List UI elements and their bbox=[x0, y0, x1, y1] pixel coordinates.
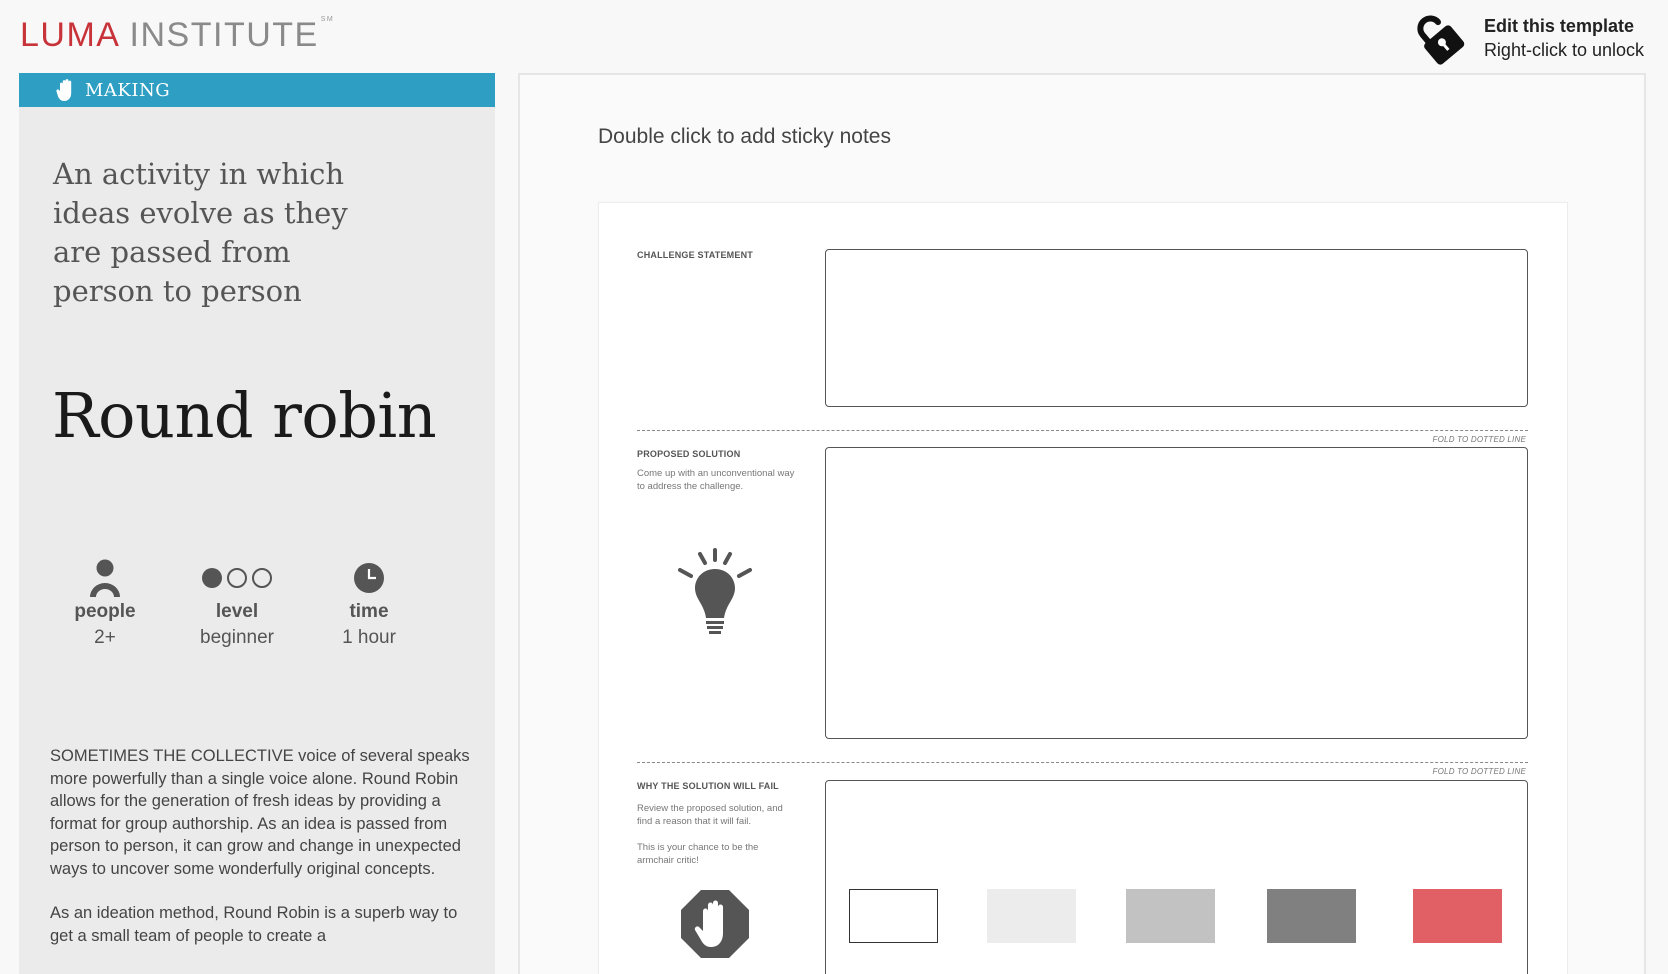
unlock-template-control[interactable]: Edit this template Right-click to unlock bbox=[1412, 10, 1644, 66]
time-value: 1 hour bbox=[342, 627, 396, 648]
stop-hand-icon bbox=[681, 890, 749, 958]
proposed-solution-box[interactable] bbox=[825, 447, 1528, 739]
method-description: SOMETIMES THE COLLECTIVE voice of severa… bbox=[50, 745, 470, 969]
method-stats: people 2+ level beginner time 1 hour bbox=[39, 555, 435, 649]
fail-text: This is your chance to be the armchair c… bbox=[637, 842, 759, 866]
method-title: Round robin bbox=[52, 379, 437, 452]
logo-service-mark: SM bbox=[320, 16, 335, 23]
description-paragraph: SOMETIMES THE COLLECTIVE voice of severa… bbox=[50, 747, 470, 878]
method-sidebar: MAKING An activity in which ideas evolve… bbox=[19, 73, 495, 974]
level-value: beginner bbox=[200, 627, 274, 648]
challenge-title: CHALLENGE STATEMENT bbox=[637, 250, 753, 260]
lock-icon bbox=[1417, 15, 1465, 65]
swatch-light-gray[interactable] bbox=[987, 889, 1076, 943]
lightbulb-icon bbox=[678, 548, 752, 634]
stat-level: level beginner bbox=[171, 555, 303, 649]
swatch-dark-gray[interactable] bbox=[1267, 889, 1356, 943]
method-tagline: An activity in which ideas evolve as the… bbox=[53, 157, 348, 308]
category-banner: MAKING bbox=[19, 73, 495, 107]
worksheet: CHALLENGE STATEMENT FOLD TO DOTTED LINE … bbox=[598, 202, 1568, 974]
category-label: MAKING bbox=[85, 79, 171, 101]
proposed-text: Come up with an unconventional way to ad… bbox=[637, 468, 795, 492]
fail-title: WHY THE SOLUTION WILL FAIL bbox=[637, 781, 779, 791]
swatch-red[interactable] bbox=[1413, 889, 1502, 943]
person-icon bbox=[90, 559, 120, 597]
unlock-subtitle: Right-click to unlock bbox=[1483, 40, 1644, 60]
fold-line bbox=[637, 430, 1528, 431]
people-value: 2+ bbox=[94, 627, 116, 648]
fold-label: FOLD TO DOTTED LINE bbox=[1432, 435, 1526, 444]
challenge-box[interactable] bbox=[825, 249, 1528, 407]
luma-logo: LUMA INSTITUTE SM bbox=[20, 16, 334, 55]
proposed-title: PROPOSED SOLUTION bbox=[637, 449, 741, 459]
swatch-gray[interactable] bbox=[1126, 889, 1215, 943]
logo-institute: INSTITUTE bbox=[129, 16, 319, 54]
sticky-note-hint: Double click to add sticky notes bbox=[598, 125, 891, 148]
people-label: people bbox=[74, 601, 136, 622]
description-paragraph: As an ideation method, Round Robin is a … bbox=[50, 904, 458, 945]
template-canvas[interactable]: Double click to add sticky notes CHALLEN… bbox=[518, 73, 1646, 974]
logo-luma: LUMA bbox=[20, 16, 119, 54]
clock-icon bbox=[354, 563, 384, 593]
stat-people: people 2+ bbox=[39, 555, 171, 649]
time-label: time bbox=[349, 601, 389, 622]
level-label: level bbox=[215, 601, 259, 622]
fail-text: Review the proposed solution, and find a… bbox=[637, 803, 783, 827]
swatch-white[interactable] bbox=[849, 889, 938, 943]
level-dots-icon bbox=[202, 568, 272, 588]
why-fail-box[interactable] bbox=[825, 780, 1528, 974]
fold-label: FOLD TO DOTTED LINE bbox=[1432, 767, 1526, 776]
fold-line bbox=[637, 762, 1528, 763]
hand-icon bbox=[56, 79, 72, 101]
stat-time: time 1 hour bbox=[303, 555, 435, 649]
unlock-title: Edit this template bbox=[1483, 16, 1634, 36]
